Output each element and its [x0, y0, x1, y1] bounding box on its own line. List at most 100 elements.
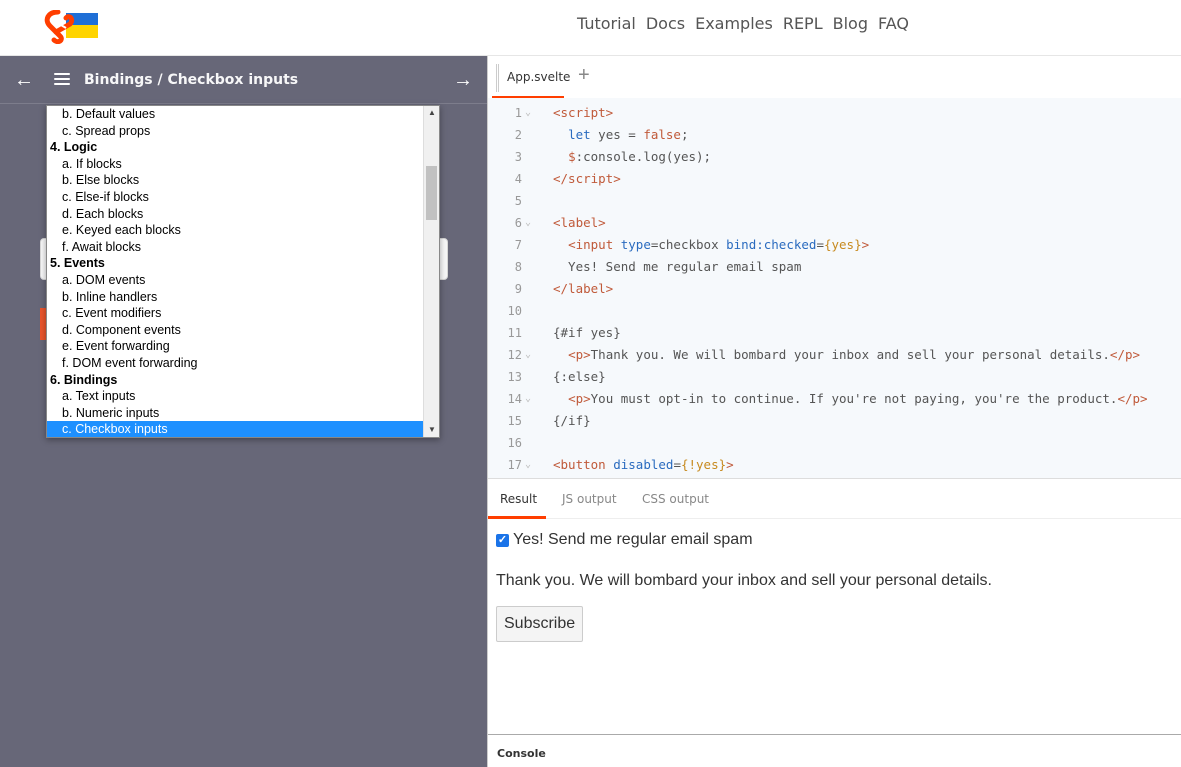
chapter-option[interactable]: b. Inline handlers — [47, 289, 439, 306]
chapter-group-option[interactable]: 6. Bindings — [47, 372, 439, 389]
file-tab-app-svelte[interactable]: App.svelte — [496, 64, 578, 92]
chapter-option[interactable]: b. Else blocks — [47, 172, 439, 189]
line-number: 12 — [507, 348, 522, 362]
dropdown-scrollbar[interactable]: ▲ ▼ — [423, 106, 439, 437]
chapter-option[interactable]: c. Else-if blocks — [47, 189, 439, 206]
line-number: 9 — [514, 282, 522, 296]
chapter-option[interactable]: a. Text inputs — [47, 388, 439, 405]
code-text: let yes = false; — [568, 127, 689, 142]
chapter-title[interactable]: Bindings / Checkbox inputs — [84, 72, 298, 88]
code-line[interactable]: 10 — [488, 300, 1181, 322]
nav-link-blog[interactable]: Blog — [833, 14, 868, 33]
code-line[interactable]: 7 <input type=checkbox bind:checked={yes… — [488, 234, 1181, 256]
fold-chevron-icon[interactable]: ⌄ — [525, 102, 531, 124]
tab-result[interactable]: Result — [500, 492, 537, 506]
chapter-option[interactable]: d. Each blocks — [47, 206, 439, 223]
code-line[interactable]: 17 ⌄ <button disabled={!yes}> — [488, 454, 1181, 476]
fold-chevron-icon[interactable]: ⌄ — [525, 212, 531, 234]
line-number: 17 — [507, 458, 522, 472]
fold-chevron-icon[interactable]: ⌄ — [525, 454, 531, 476]
chapter-group-option[interactable]: 4. Logic — [47, 139, 439, 156]
line-number: 14 — [507, 392, 522, 406]
line-number: 11 — [507, 326, 522, 340]
code-line[interactable]: 6 ⌄ <label> — [488, 212, 1181, 234]
code-text: Yes! Send me regular email spam — [553, 259, 802, 274]
code-line[interactable]: 11 {#if yes} — [488, 322, 1181, 344]
tab-js-output[interactable]: JS output — [562, 492, 617, 506]
code-line[interactable]: 1 ⌄ <script> — [488, 102, 1181, 124]
code-line[interactable]: 15 {/if} — [488, 410, 1181, 432]
result-message: Thank you. We will bombard your inbox an… — [496, 572, 992, 589]
chapter-bar: ← Bindings / Checkbox inputs → — [0, 56, 487, 104]
arrow-right-icon[interactable]: → — [453, 69, 473, 92]
code-editor[interactable]: 1 ⌄ <script> 2 let yes = false; 3 $:console.… — [488, 98, 1181, 479]
repl-pane: App.svelte + 1 ⌄ <script> 2 let yes = false… — [487, 56, 1181, 767]
chapter-options: b. Default values c. Spread props 4. Logic… — [47, 106, 439, 437]
line-number: 3 — [514, 150, 522, 164]
chapter-option[interactable]: c. Checkbox inputs — [47, 421, 439, 437]
chapter-select-list[interactable]: b. Default values c. Spread props 4. Logic… — [46, 105, 440, 438]
menu-icon[interactable] — [54, 73, 70, 85]
chapter-option[interactable]: a. If blocks — [47, 156, 439, 173]
add-file-icon[interactable]: + — [578, 64, 590, 87]
code-line[interactable]: 12 ⌄ <p>Thank you. We will bombard your i… — [488, 344, 1181, 366]
code-line[interactable]: 13 {:else} — [488, 366, 1181, 388]
checkbox-checked-icon[interactable]: ✓ — [496, 533, 509, 547]
chapter-option[interactable]: b. Numeric inputs — [47, 405, 439, 422]
code-line[interactable]: 9 </label> — [488, 278, 1181, 300]
line-number: 2 — [514, 128, 522, 142]
file-tabs: App.svelte + — [488, 56, 1181, 99]
chapter-option[interactable]: b. Default values — [47, 106, 439, 123]
nav-link-docs[interactable]: Docs — [646, 14, 685, 33]
fold-chevron-icon[interactable]: ⌄ — [525, 388, 531, 410]
chapter-option[interactable]: a. DOM events — [47, 272, 439, 289]
chapter-option[interactable]: d. Component events — [47, 322, 439, 339]
scroll-thumb[interactable] — [426, 166, 437, 220]
scroll-up-icon[interactable]: ▲ — [424, 106, 439, 120]
result-preview: ✓ Yes! Send me regular email spam Thank … — [488, 519, 1181, 734]
chapter-option[interactable]: f. Await blocks — [47, 239, 439, 256]
chapter-option[interactable]: c. Spread props — [47, 123, 439, 140]
code-text: <p>You must opt-in to continue. If you'r… — [568, 391, 1148, 406]
line-number: 15 — [507, 414, 522, 428]
code-text: <button disabled={!yes}> — [553, 457, 734, 472]
nav-links: Tutorial Docs Examples REPL Blog FAQ — [577, 14, 909, 33]
line-number: 10 — [507, 304, 522, 318]
code-line[interactable]: 2 let yes = false; — [488, 124, 1181, 146]
output-tabs: Result JS output CSS output — [488, 478, 1181, 519]
arrow-left-icon[interactable]: ← — [14, 69, 34, 92]
line-number: 4 — [514, 172, 522, 186]
scroll-down-icon[interactable]: ▼ — [424, 423, 439, 437]
code-line[interactable]: 4 </script> — [488, 168, 1181, 190]
chapter-option[interactable]: c. Event modifiers — [47, 305, 439, 322]
console-label: Console — [497, 747, 546, 760]
code-line[interactable]: 8 Yes! Send me regular email spam — [488, 256, 1181, 278]
line-number: 1 — [514, 106, 522, 120]
subscribe-button[interactable]: Subscribe — [496, 606, 584, 642]
tab-css-output[interactable]: CSS output — [642, 492, 709, 506]
nav-link-faq[interactable]: FAQ — [878, 14, 909, 33]
chapter-option[interactable]: e. Keyed each blocks — [47, 222, 439, 239]
chapter-option[interactable]: e. Event forwarding — [47, 338, 439, 355]
console-panel[interactable]: Console — [488, 734, 1181, 767]
line-number: 7 — [514, 238, 522, 252]
spam-checkbox-row[interactable]: ✓ Yes! Send me regular email spam — [496, 531, 753, 549]
code-text: {/if} — [553, 413, 591, 428]
code-text: {:else} — [553, 369, 606, 384]
chapter-group-option[interactable]: 5. Events — [47, 255, 439, 272]
line-number: 16 — [507, 436, 522, 450]
nav-link-repl[interactable]: REPL — [783, 14, 823, 33]
code-line[interactable]: 16 — [488, 432, 1181, 454]
nav-link-tutorial[interactable]: Tutorial — [577, 14, 636, 33]
code-line[interactable]: 3 $:console.log(yes); — [488, 146, 1181, 168]
code-text: </label> — [553, 281, 614, 296]
nav-link-examples[interactable]: Examples — [695, 14, 773, 33]
code-line[interactable]: 14 ⌄ <p>You must opt-in to continue. If y… — [488, 388, 1181, 410]
line-number: 5 — [514, 194, 522, 208]
code-text: $:console.log(yes); — [568, 149, 712, 164]
code-text: <script> — [553, 105, 614, 120]
code-line[interactable]: 5 — [488, 190, 1181, 212]
chapter-option[interactable]: f. DOM event forwarding — [47, 355, 439, 372]
svelte-logo-icon[interactable] — [44, 10, 100, 44]
fold-chevron-icon[interactable]: ⌄ — [525, 344, 531, 366]
